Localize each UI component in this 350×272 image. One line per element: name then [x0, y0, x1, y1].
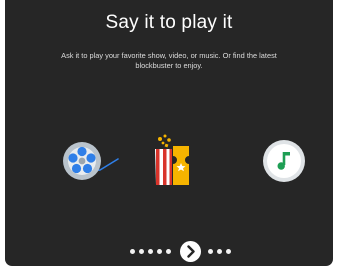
page-dot [166, 249, 171, 254]
page-dot [130, 249, 135, 254]
page-dot [208, 249, 213, 254]
film-reel-icon [58, 137, 122, 185]
page-dot [148, 249, 153, 254]
page-dot [139, 249, 144, 254]
movie-ticket-icon [151, 132, 191, 188]
screen: Say it to play it Ask it to play your fa… [0, 0, 350, 272]
page-dot [157, 249, 162, 254]
page-dot [226, 249, 231, 254]
page-dot [217, 249, 222, 254]
onboarding-card: Say it to play it Ask it to play your fa… [5, 0, 333, 266]
chevron-right-icon [187, 245, 195, 258]
next-page-button[interactable] [180, 241, 201, 262]
page-subtitle: Ask it to play your favorite show, video… [61, 51, 277, 70]
music-note-icon [262, 139, 306, 183]
page-indicator [5, 240, 333, 262]
page-title: Say it to play it [105, 12, 233, 33]
